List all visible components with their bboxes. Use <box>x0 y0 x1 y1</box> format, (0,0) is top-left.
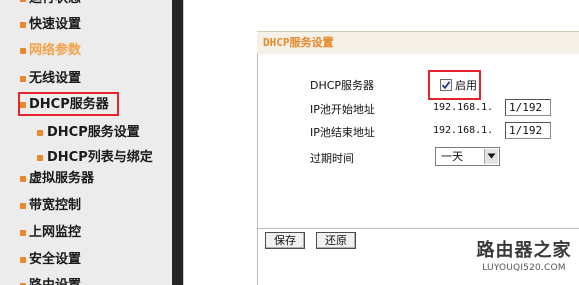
lease-time-value: 一天 <box>441 150 463 163</box>
save-button[interactable]: 保存 <box>265 232 305 249</box>
dhcp-enable-highlight: 启用 <box>428 70 481 100</box>
bullet-icon <box>20 76 26 82</box>
sidebar-menu: 运行状态 快速设置 网络参数 无线设置 DHCP服务器 DHCP服务设置 DHC… <box>0 0 172 285</box>
sidebar-item-label: DHCP列表与绑定 <box>47 150 153 165</box>
bullet-icon <box>37 130 43 136</box>
ip-start-label: IP池开始地址 <box>310 103 375 116</box>
checkmark-icon <box>441 81 451 90</box>
reset-button[interactable]: 还原 <box>316 232 356 249</box>
lease-time-select[interactable]: 一天 <box>435 147 500 166</box>
sidebar-item-label: 无线设置 <box>29 71 82 86</box>
dhcp-server-label: DHCP服务器 <box>310 79 375 92</box>
ip-end-prefix: 192.168.1. <box>433 125 494 136</box>
ip-end-label: IP池结束地址 <box>310 126 375 139</box>
chevron-down-icon <box>487 153 496 159</box>
dhcp-enable-label: 启用 <box>455 79 477 92</box>
panel-title: DHCP服务设置 <box>263 36 334 49</box>
bullet-icon <box>20 257 26 263</box>
ip-start-prefix: 192.168.1. <box>433 102 494 113</box>
bullet-icon <box>20 203 26 209</box>
sidebar-item-label: 运行状态 <box>29 0 81 10</box>
bullet-icon <box>20 176 26 182</box>
frame-gutter <box>183 0 237 285</box>
bullet-icon <box>20 48 26 54</box>
frame-divider <box>172 0 183 285</box>
sidebar-item-label: 上网监控 <box>29 225 82 240</box>
sidebar-item-label: DHCP服务设置 <box>47 125 140 140</box>
dropdown-button[interactable] <box>484 149 498 164</box>
bullet-icon <box>20 230 26 236</box>
sidebar-item-label: 虚拟服务器 <box>29 171 95 186</box>
watermark-url: LUYOUQI520.COM <box>482 263 566 273</box>
sidebar-item-label: 带宽控制 <box>29 198 82 213</box>
bullet-icon <box>20 0 26 2</box>
lease-time-label: 过期时间 <box>310 152 354 165</box>
ip-start-input[interactable]: 1/192 <box>505 99 551 116</box>
sidebar-item-label: 路由设置 <box>29 275 81 285</box>
router-admin-page: 运行状态 快速设置 网络参数 无线设置 DHCP服务器 DHCP服务设置 DHC… <box>0 0 579 285</box>
panel-body <box>257 53 579 229</box>
panel-header: DHCP服务设置 <box>257 31 579 54</box>
watermark-brand: 路由器之家 <box>476 240 572 261</box>
watermark-logo: 路由器之家 LUYOUQI520.COM <box>475 240 573 274</box>
sidebar-item-label: 安全设置 <box>29 252 82 267</box>
ip-end-input[interactable]: 1/192 <box>505 122 551 139</box>
dhcp-enable-checkbox[interactable] <box>440 79 452 91</box>
selection-highlight-box <box>18 92 119 116</box>
sidebar-item-label: 快速设置 <box>29 17 82 32</box>
bullet-icon <box>20 22 26 28</box>
bullet-icon <box>37 155 43 161</box>
sidebar-item-label: 网络参数 <box>29 43 82 58</box>
